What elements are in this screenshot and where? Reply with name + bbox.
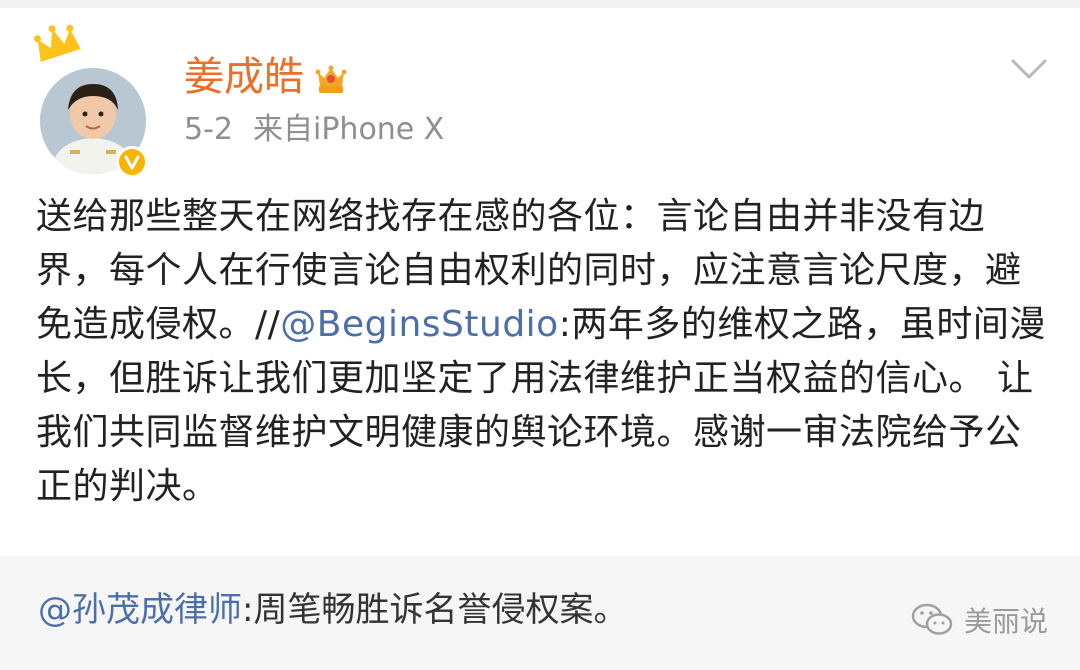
vip-icon — [315, 65, 347, 93]
post-meta: 5-2 来自iPhone X — [184, 112, 444, 148]
top-divider — [0, 0, 1080, 8]
post-date: 5-2 — [184, 112, 233, 147]
wechat-icon — [911, 603, 953, 635]
watermark: 美丽说 — [910, 600, 1048, 640]
weibo-post-card: 姜成皓 5-2 来自iPhone X 送给那些整天在网络找存在感的各位：言论自由并… — [0, 0, 1080, 670]
retweet-mention-link[interactable]: @孙茂成律师 — [38, 590, 242, 630]
author-name[interactable]: 姜成皓 — [184, 52, 304, 102]
retweet-text: :周笔畅胜诉名誉侵权案。 — [242, 590, 628, 630]
retweet-box[interactable]: @孙茂成律师:周笔畅胜诉名誉侵权案。 美丽说 — [0, 556, 1080, 670]
mention-link[interactable]: @BeginsStudio — [280, 304, 558, 345]
verified-icon — [116, 146, 148, 178]
avatar-group[interactable] — [32, 24, 154, 178]
post-source: 来自iPhone X — [253, 112, 445, 147]
chevron-down-icon[interactable] — [1010, 56, 1048, 82]
watermark-text: 美丽说 — [964, 605, 1049, 638]
post-body: 送给那些整天在网络找存在感的各位：言论自由并非没有边界，每个人在行使言论自由权利… — [36, 190, 1046, 514]
crown-icon — [33, 24, 81, 62]
retweet-content: @孙茂成律师:周笔畅胜诉名誉侵权案。 — [38, 586, 627, 634]
